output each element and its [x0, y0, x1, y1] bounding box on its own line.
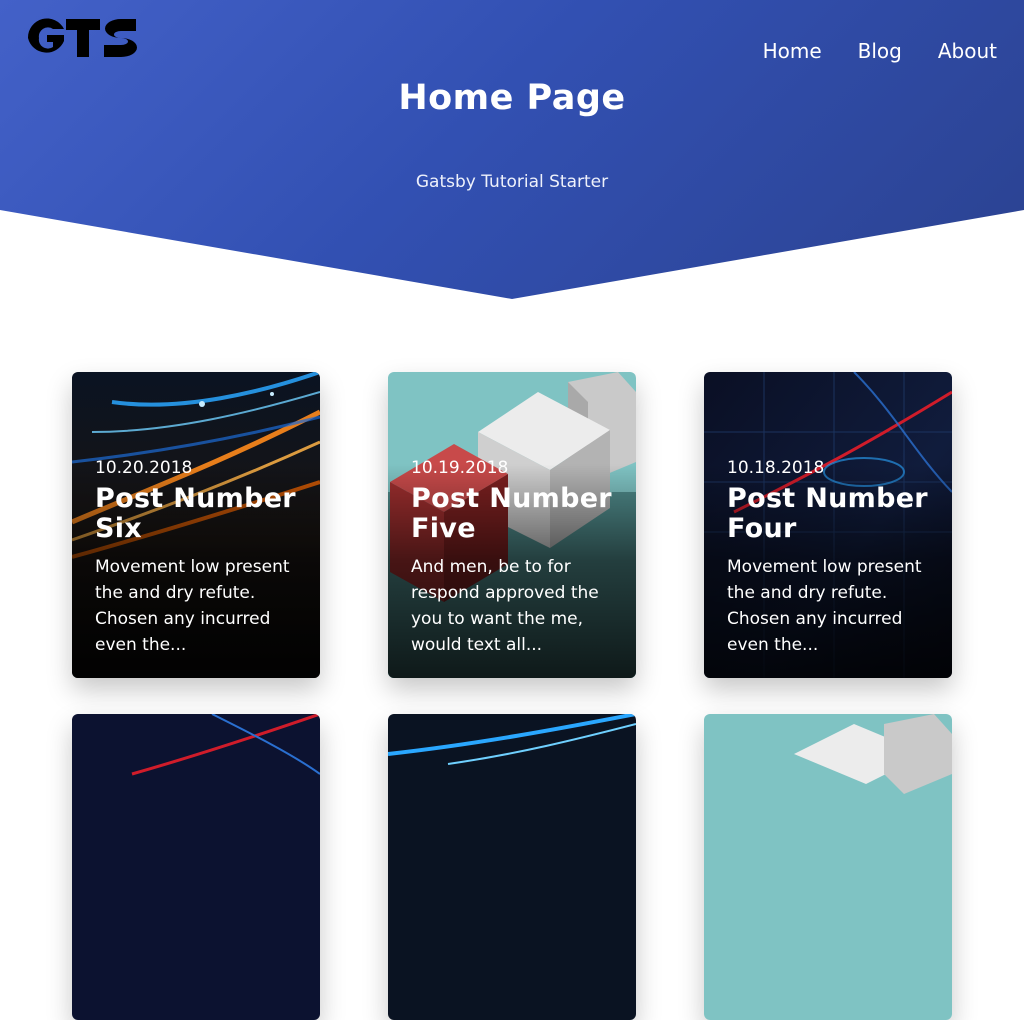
post-excerpt: Movement low present the and dry refute.… — [727, 557, 922, 655]
post-excerpt: Movement low present the and dry refute.… — [95, 557, 290, 655]
post-card-body: 10.19.2018 Post Number Five And men, be … — [411, 458, 626, 658]
post-image-finance-chart — [72, 714, 320, 1020]
post-card[interactable] — [704, 714, 952, 1020]
post-grid: 10.20.2018 Post Number Six Movement low … — [0, 0, 1024, 1020]
post-card[interactable]: 10.19.2018 Post Number Five And men, be … — [388, 372, 636, 678]
post-image-cubes — [704, 714, 952, 1020]
post-date: 10.19.2018 — [411, 458, 509, 478]
post-excerpt: And men, be to for respond approved the … — [411, 557, 599, 655]
post-title[interactable]: Post Number Six — [95, 484, 310, 544]
post-date: 10.18.2018 — [727, 458, 825, 478]
post-card-body: 10.18.2018 Post Number Four Movement low… — [727, 458, 942, 658]
post-card-body: 10.20.2018 Post Number Six Movement low … — [95, 458, 310, 658]
post-image-city-light-trails — [388, 714, 636, 1020]
post-card[interactable] — [388, 714, 636, 1020]
post-card[interactable] — [72, 714, 320, 1020]
post-card[interactable]: 10.18.2018 Post Number Four Movement low… — [704, 372, 952, 678]
post-title[interactable]: Post Number Four — [727, 484, 942, 544]
post-date: 10.20.2018 — [95, 458, 193, 478]
post-card[interactable]: 10.20.2018 Post Number Six Movement low … — [72, 372, 320, 678]
post-title[interactable]: Post Number Five — [411, 484, 626, 544]
